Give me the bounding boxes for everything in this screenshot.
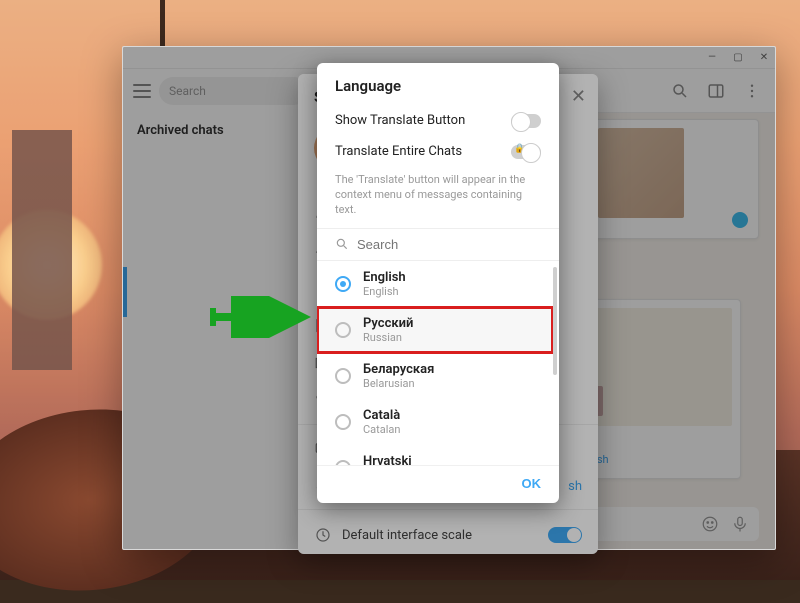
translate-chats-toggle[interactable] xyxy=(511,145,541,159)
show-translate-row[interactable]: Show Translate Button xyxy=(317,105,559,136)
search-input[interactable]: Search xyxy=(159,77,308,105)
language-option-russian[interactable]: РусскийRussian xyxy=(317,307,553,353)
language-option-croatian[interactable]: HrvatskiCroatian xyxy=(317,445,553,465)
language-search[interactable] xyxy=(317,229,559,261)
emoji-icon[interactable] xyxy=(701,515,719,533)
show-translate-toggle[interactable] xyxy=(511,114,541,128)
language-native-label: Русский xyxy=(363,316,413,331)
media-thumbnail[interactable] xyxy=(589,119,759,239)
language-search-input[interactable] xyxy=(357,237,541,252)
radio-icon[interactable] xyxy=(335,460,351,465)
ok-button[interactable]: OK xyxy=(522,476,542,491)
menu-icon[interactable] xyxy=(133,84,151,98)
scrollbar[interactable] xyxy=(553,267,557,375)
radio-icon[interactable] xyxy=(335,276,351,292)
maximize-button[interactable]: ▢ xyxy=(731,51,745,65)
translate-chats-row[interactable]: Translate Entire Chats xyxy=(317,136,559,167)
mic-icon[interactable] xyxy=(731,515,749,533)
radio-icon[interactable] xyxy=(335,368,351,384)
minimize-button[interactable]: — xyxy=(705,51,719,65)
language-english-label: English xyxy=(363,285,406,298)
more-icon[interactable] xyxy=(743,82,761,100)
language-native-label: Català xyxy=(363,408,400,423)
translate-help-text: The 'Translate' button will appear in th… xyxy=(317,167,559,229)
annotation-arrow xyxy=(207,296,317,338)
language-native-label: Беларуская xyxy=(363,362,434,377)
radio-icon[interactable] xyxy=(335,322,351,338)
language-option-catalan[interactable]: CatalàCatalan xyxy=(317,399,553,445)
close-button[interactable]: ✕ xyxy=(757,51,771,65)
radio-icon[interactable] xyxy=(335,414,351,430)
sidepanel-icon[interactable] xyxy=(707,82,725,100)
language-english-label: Catalan xyxy=(363,423,400,436)
language-modal: Language Show Translate Button Translate… xyxy=(317,63,559,503)
language-option-belarusian[interactable]: БеларускаяBelarusian xyxy=(317,353,553,399)
language-english-label: Belarusian xyxy=(363,377,434,390)
archived-chats[interactable]: Archived chats xyxy=(123,113,318,148)
language-native-label: Hrvatski xyxy=(363,454,412,465)
language-english-label: Russian xyxy=(363,331,413,344)
language-native-label: English xyxy=(363,270,406,285)
search-icon xyxy=(335,237,349,251)
language-modal-title: Language xyxy=(317,63,559,105)
search-icon[interactable] xyxy=(671,82,689,100)
active-chat-indicator xyxy=(123,267,127,317)
language-option-english[interactable]: EnglishEnglish xyxy=(317,261,553,307)
